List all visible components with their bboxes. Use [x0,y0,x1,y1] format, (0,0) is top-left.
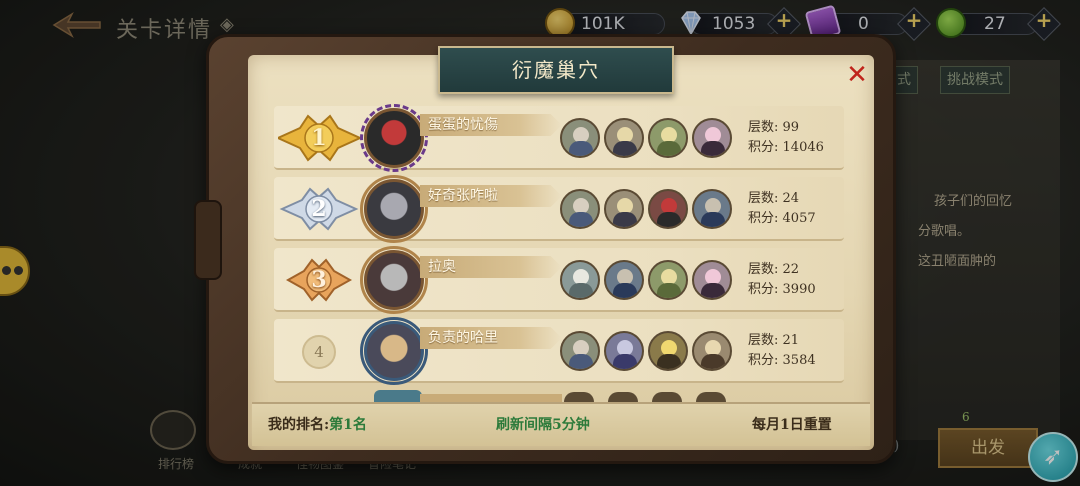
rank-number: 3 [311,267,327,293]
team-lineup [560,331,740,371]
board-strap [194,200,222,280]
team-lineup [560,189,740,229]
player-avatar[interactable] [364,321,424,381]
hero-portrait[interactable] [560,331,600,371]
floors-stat: 层数: 21 [748,333,800,348]
score-stat: 积分: 14046 [748,140,824,155]
ranking-row-4[interactable]: 4 负责的哈里 层数: 21 积分: 3584 [274,317,844,385]
player-name: 负责的哈里 [428,330,498,346]
hero-portrait[interactable] [604,118,644,158]
player-name: 好奇张咋啦 [428,188,498,204]
floors-stat: 层数: 24 [748,191,800,206]
player-name: 蛋蛋的忧傷 [428,117,498,133]
refresh-interval: 刷新间隔5分钟 [496,417,590,433]
floors-stat: 层数: 99 [748,120,800,135]
hero-portrait[interactable] [560,260,600,300]
hero-portrait[interactable] [648,118,688,158]
rank-number: 1 [311,125,327,151]
score-stat: 积分: 3584 [748,353,816,368]
hero-portrait[interactable] [604,189,644,229]
player-avatar[interactable] [364,179,424,239]
modal-title: 衍魔巢穴 [512,58,600,82]
score-stat: 积分: 4057 [748,211,816,226]
rank-number: 4 [302,335,336,369]
rank-number: 2 [311,196,327,222]
player-avatar[interactable] [364,250,424,310]
hero-portrait[interactable] [560,118,600,158]
hero-portrait[interactable] [648,189,688,229]
close-icon: ✕ [846,60,868,90]
ranking-row-2[interactable]: 2 好奇张咋啦 层数: 24 积分: 4057 [274,175,844,243]
score-stat: 积分: 3990 [748,282,816,297]
my-rank: 我的排名:第1名 [268,417,367,433]
modal-title-banner: 衍魔巢穴 [438,46,674,94]
floors-stat: 层数: 22 [748,262,800,277]
hero-portrait[interactable] [604,260,644,300]
reset-schedule: 每月1日重置 [752,417,832,433]
hero-portrait[interactable] [560,189,600,229]
hero-portrait[interactable] [604,331,644,371]
close-button[interactable]: ✕ [842,60,872,90]
hero-portrait[interactable] [692,331,732,371]
hero-portrait[interactable] [692,260,732,300]
hero-portrait[interactable] [648,260,688,300]
ranking-row-3[interactable]: 3 拉奥 层数: 22 积分: 3990 [274,246,844,314]
team-lineup [560,118,740,158]
team-lineup [560,260,740,300]
ranking-row-5-partial [274,390,844,402]
hero-portrait[interactable] [648,331,688,371]
hero-portrait[interactable] [692,118,732,158]
player-avatar[interactable] [364,108,424,168]
hero-portrait[interactable] [692,189,732,229]
ranking-row-1[interactable]: 1 蛋蛋的忧傷 层数: 99 积分: 14046 [274,104,844,172]
player-name: 拉奥 [428,259,456,275]
